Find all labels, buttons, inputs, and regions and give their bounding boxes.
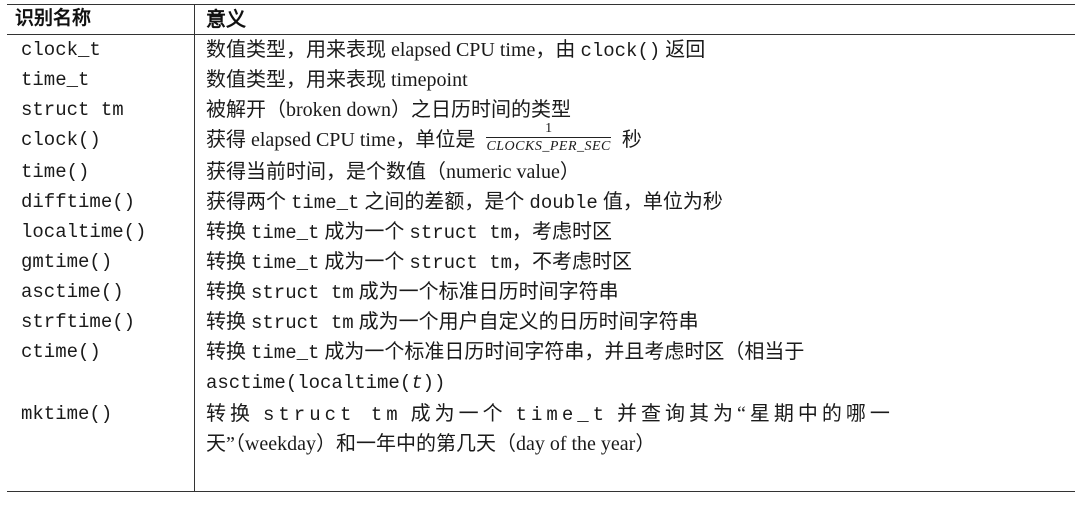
- row-desc: 数值类型，用来表现 timepoint: [206, 69, 468, 91]
- column-divider: [194, 4, 195, 491]
- row-name: clock(): [21, 129, 101, 151]
- row-name: difftime(): [21, 191, 136, 213]
- table-top-rule: [7, 4, 1075, 5]
- row-desc: 转换 time_t 成为一个标准日历时间字符串，并且考虑时区（相当于 ascti…: [206, 341, 805, 394]
- header-meaning: 意义: [206, 7, 246, 31]
- row-desc: 数值类型，用来表现 elapsed CPU time，由 clock() 返回: [206, 39, 706, 62]
- row-name: struct tm: [21, 99, 124, 121]
- row-name: asctime(): [21, 281, 124, 303]
- row-name: clock_t: [21, 39, 101, 61]
- row-desc: 转换 time_t 成为一个 struct tm，不考虑时区: [206, 251, 633, 274]
- row-name: time(): [21, 161, 90, 183]
- header-identifier: 识别名称: [15, 8, 92, 30]
- row-desc: 获得 elapsed CPU time，单位是 1 CLOCKS_PER_SEC …: [206, 121, 642, 155]
- row-desc: 转换 struct tm 成为一个标准日历时间字符串: [206, 281, 619, 304]
- fraction: 1 CLOCKS_PER_SEC: [486, 121, 611, 155]
- row-desc: 转换 struct tm 成为一个用户自定义的日历时间字符串: [206, 311, 699, 334]
- row-desc: 被解开（broken down）之日历时间的类型: [206, 99, 571, 121]
- row-desc: 获得两个 time_t 之间的差额，是个 double 值，单位为秒: [206, 191, 723, 214]
- row-desc: 获得当前时间，是个数值（numeric value）: [206, 161, 580, 183]
- table-bottom-rule: [7, 491, 1075, 492]
- row-name: ctime(): [21, 341, 101, 363]
- row-desc: 转换 struct tm 成为一个 time_t 并查询其为“星期中的哪一 天”…: [206, 403, 894, 455]
- row-name: time_t: [21, 69, 90, 91]
- row-name: localtime(): [21, 221, 147, 243]
- row-name: mktime(): [21, 403, 113, 425]
- row-desc: 转换 time_t 成为一个 struct tm，考虑时区: [206, 221, 613, 244]
- row-name: strftime(): [21, 311, 136, 333]
- row-name: gmtime(): [21, 251, 113, 273]
